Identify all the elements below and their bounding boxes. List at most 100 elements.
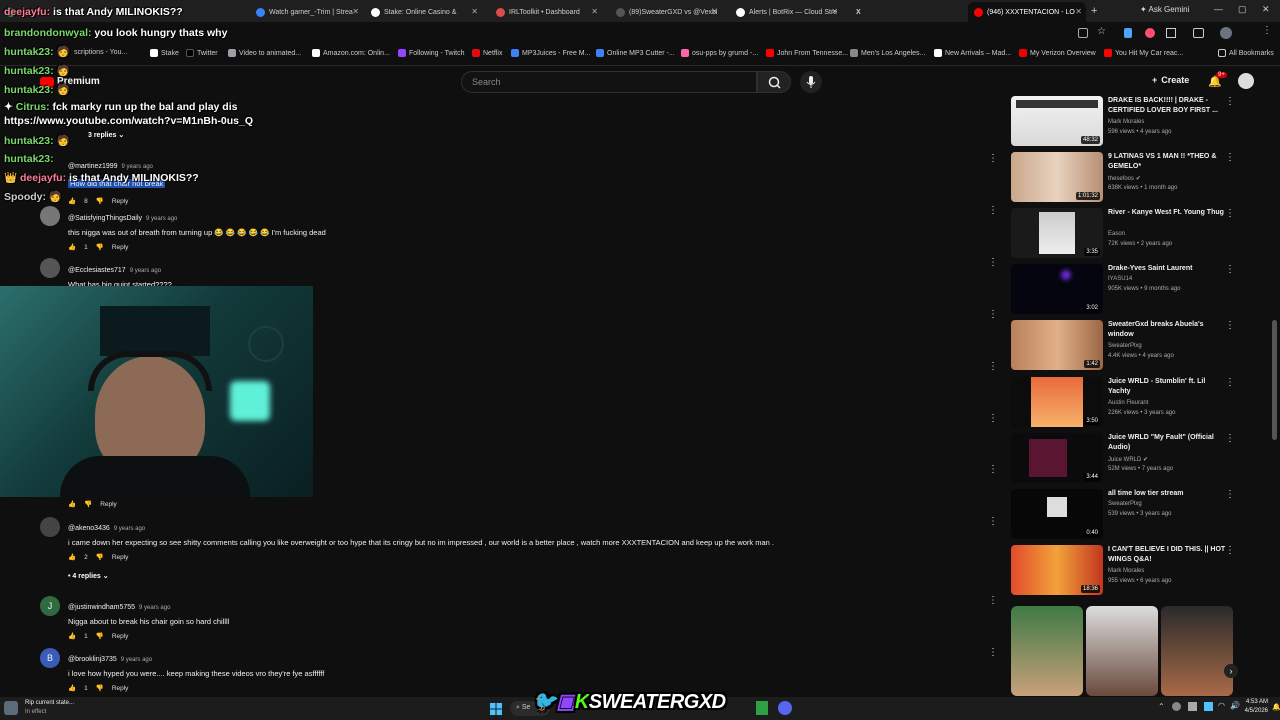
bookmark-item[interactable]: Stake (150, 49, 179, 57)
reply-button[interactable]: Reply (112, 554, 129, 561)
comment-author[interactable]: @Ecclesiastes717 (68, 267, 126, 274)
browser-tab-active[interactable]: (946) XXXTENTACION - LO ✕ (968, 2, 1086, 22)
dislike-icon[interactable]: 👎 (96, 684, 104, 692)
recommended-video[interactable]: 1:01:32 9 LATINAS VS 1 MAN !! *THEO & GE… (1011, 152, 1241, 204)
video-thumbnail[interactable]: 3:44 (1011, 433, 1103, 483)
video-menu-icon[interactable]: ⋮ (1225, 208, 1235, 219)
chat-link[interactable]: https://www.youtube.com/watch?v=M1nBh-0u… (4, 115, 253, 127)
new-tab-icon[interactable]: + (1091, 5, 1097, 17)
bookmark-item[interactable]: MP3Juices - Free M... (511, 49, 590, 57)
browser-tab[interactable]: (89)SweaterGXD vs @Vexbi ✕ (610, 2, 722, 22)
channel-name[interactable]: SweaterPlxg (1108, 501, 1142, 507)
avatar[interactable]: J (40, 596, 60, 616)
view-replies-button[interactable]: • 4 replies ⌄ (68, 572, 109, 580)
tray-icon[interactable] (1172, 702, 1181, 711)
all-bookmarks[interactable]: All Bookmarks (1218, 49, 1274, 57)
comment-author[interactable]: @SatisfyingThingsDaily (68, 215, 142, 222)
reply-button[interactable]: Reply (112, 633, 129, 640)
browser-tab[interactable]: Alerts | BotRix — Cloud Stre ✕ (730, 2, 842, 22)
comment-author[interactable]: @brooklinj3735 (68, 656, 117, 663)
video-title[interactable]: SweaterGxd breaks Abuela's window (1108, 320, 1226, 340)
sidepanel-icon[interactable] (1193, 28, 1204, 38)
like-icon[interactable]: 👍 (68, 632, 76, 640)
bookmark-item[interactable]: Netflix (472, 49, 502, 57)
video-thumbnail[interactable]: 0:40 (1011, 489, 1103, 539)
dislike-icon[interactable]: 👎 (96, 197, 104, 205)
recommended-video[interactable]: 48:32 DRAKE IS BACK!!!! | DRAKE - CERTIF… (1011, 96, 1241, 148)
bookmark-item[interactable]: Twitter (186, 49, 218, 57)
video-menu-icon[interactable]: ⋮ (1225, 320, 1235, 331)
dislike-icon[interactable]: 👎 (84, 500, 92, 508)
tab-close-icon[interactable]: ✕ (1075, 7, 1082, 16)
shorts-thumbnail[interactable] (1086, 606, 1158, 696)
bookmark-item[interactable]: scriptions - You... (74, 49, 127, 56)
video-title[interactable]: Juice WRLD - Stumblin' ft. Lil Yachty (1108, 377, 1226, 397)
video-menu-icon[interactable]: ⋮ (1225, 377, 1235, 388)
avatar[interactable] (40, 517, 60, 537)
view-replies-button[interactable]: 3 replies ⌄ (88, 131, 124, 139)
video-thumbnail[interactable]: 1:01:32 (1011, 152, 1103, 202)
notification-center-icon[interactable]: 🔔 (1272, 703, 1280, 711)
avatar[interactable]: B (40, 648, 60, 668)
comment-menu-icon[interactable]: ⋮ (988, 361, 998, 372)
shorts-thumbnail[interactable] (1161, 606, 1233, 696)
dislike-icon[interactable]: 👎 (96, 243, 104, 251)
maximize-icon[interactable]: ▢ (1238, 4, 1247, 15)
tray-chevron-icon[interactable]: ⌃ (1158, 702, 1165, 711)
weather-text[interactable]: Rip current state... (25, 700, 74, 706)
browser-tab[interactable]: Watch gamer_-Trim | Strea ✕ (250, 2, 363, 22)
windows-start-icon[interactable] (490, 702, 502, 715)
comment-menu-icon[interactable]: ⋮ (988, 205, 998, 216)
bookmark-item[interactable]: You Hit My Car reac... (1104, 49, 1183, 57)
discord-icon[interactable] (778, 701, 792, 715)
dislike-icon[interactable]: 👎 (96, 553, 104, 561)
channel-name[interactable]: IYASU14 (1108, 276, 1132, 282)
video-menu-icon[interactable]: ⋮ (1225, 264, 1235, 275)
comment-menu-icon[interactable]: ⋮ (988, 595, 998, 606)
video-title[interactable]: all time low tier stream (1108, 489, 1226, 499)
extension-icon[interactable] (1145, 28, 1155, 38)
channel-name[interactable]: Juice WRLD ✔ (1108, 456, 1148, 463)
bookmark-item[interactable]: Men's Los Angeles... (850, 49, 925, 57)
volume-icon[interactable]: 🔊 (1230, 701, 1240, 710)
bookmark-item[interactable]: My Verizon Overview (1019, 49, 1096, 57)
browser-tab[interactable]: X (850, 2, 962, 22)
reply-button[interactable]: Reply (112, 244, 129, 251)
video-thumbnail[interactable]: 3:02 (1011, 264, 1103, 314)
voice-search-button[interactable] (800, 71, 822, 93)
search-button[interactable] (757, 71, 791, 93)
browser-tab[interactable]: IRLToolkit • Dashboard ✕ (490, 2, 602, 22)
video-thumbnail[interactable]: 18:36 (1011, 545, 1103, 595)
comment-menu-icon[interactable]: ⋮ (988, 309, 998, 320)
video-thumbnail[interactable]: 48:32 (1011, 96, 1103, 146)
comment-menu-icon[interactable]: ⋮ (988, 153, 998, 164)
comment-menu-icon[interactable]: ⋮ (988, 647, 998, 658)
tray-icon[interactable] (1204, 702, 1213, 711)
comment-menu-icon[interactable]: ⋮ (988, 464, 998, 475)
comment-menu-icon[interactable]: ⋮ (988, 516, 998, 527)
tab-close-icon[interactable]: ✕ (591, 7, 598, 16)
tab-close-icon[interactable]: ✕ (471, 7, 478, 16)
wifi-icon[interactable]: ◠ (1218, 701, 1225, 710)
tab-close-icon[interactable]: ✕ (352, 7, 359, 16)
clock-date[interactable]: 4/5/2026 (1244, 708, 1268, 714)
extensions-puzzle-icon[interactable] (1166, 28, 1176, 38)
video-menu-icon[interactable]: ⋮ (1225, 152, 1235, 163)
like-icon[interactable]: 👍 (68, 553, 76, 561)
bookmark-item[interactable]: Amazon.com: Onlin... (312, 49, 390, 57)
channel-name[interactable]: Eason (1108, 231, 1125, 237)
video-menu-icon[interactable]: ⋮ (1225, 96, 1235, 107)
video-title[interactable]: Drake-Yves Saint Laurent (1108, 264, 1226, 274)
recommended-video[interactable]: 18:36 I CAN'T BELIEVE I DID THIS. || HOT… (1011, 545, 1241, 597)
page-scrollbar[interactable] (1272, 320, 1277, 440)
bookmark-item[interactable]: Video to animated... (228, 49, 301, 57)
video-menu-icon[interactable]: ⋮ (1225, 433, 1235, 444)
like-icon[interactable]: 👍 (68, 197, 76, 205)
comment-menu-icon[interactable]: ⋮ (988, 413, 998, 424)
profile-avatar[interactable] (1220, 27, 1232, 39)
like-icon[interactable]: 👍 (68, 500, 76, 508)
video-title[interactable]: River - Kanye West Ft. Young Thug (1108, 208, 1226, 218)
video-menu-icon[interactable]: ⋮ (1225, 489, 1235, 500)
comment-author[interactable]: @martinez1999 (68, 163, 118, 170)
search-input[interactable]: Search (461, 71, 757, 93)
